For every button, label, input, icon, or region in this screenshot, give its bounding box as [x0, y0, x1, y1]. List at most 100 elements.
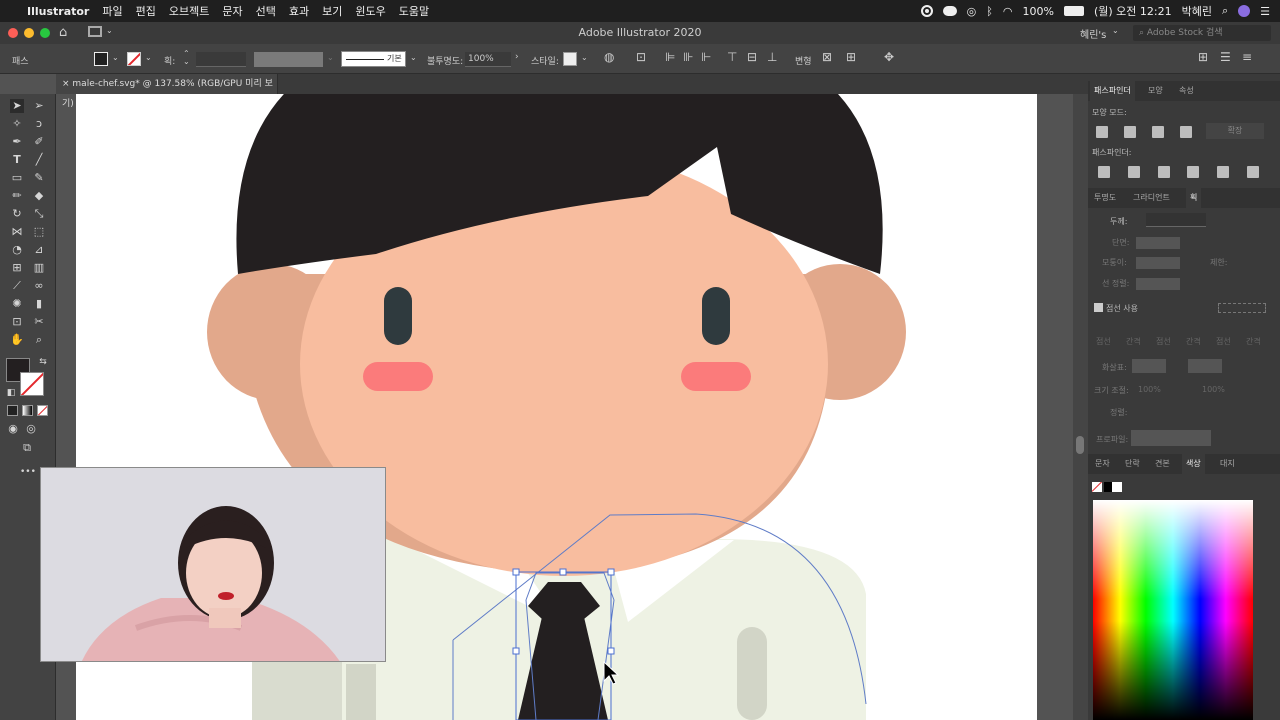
blend-tool-icon[interactable]: ∞ — [32, 279, 46, 293]
draw-mode-icon[interactable]: ◉ — [6, 422, 20, 436]
none-color-icon[interactable] — [1092, 482, 1102, 492]
stroke-color-swatch[interactable] — [20, 372, 44, 396]
tab-character[interactable]: 문자 — [1095, 454, 1110, 474]
perspective-grid-tool-icon[interactable]: ⊿ — [32, 243, 46, 257]
app-menu[interactable]: Illustrator — [27, 5, 89, 18]
mesh-tool-icon[interactable]: ⊞ — [10, 261, 24, 275]
align-middle-icon[interactable]: ⊟ — [747, 50, 757, 64]
chevron-down-icon[interactable]: ⌄ — [112, 53, 119, 62]
arrow-scale-start[interactable]: 100% — [1138, 385, 1161, 394]
menu-edit[interactable]: 편집 — [136, 3, 156, 19]
tab-appearance[interactable]: 모양 — [1148, 81, 1163, 101]
chevron-down-icon[interactable]: ⌄ — [410, 53, 417, 62]
swap-colors-icon[interactable]: ⇆ — [36, 355, 50, 369]
wifi-icon[interactable]: ◠ — [1003, 5, 1013, 18]
stock-search-input[interactable]: ⌕ Adobe Stock 검색 — [1133, 25, 1271, 41]
clock[interactable]: (월) 오전 12:21 — [1094, 3, 1172, 19]
free-transform-tool-icon[interactable]: ⬚ — [32, 225, 46, 239]
minus-front-icon[interactable] — [1124, 126, 1136, 138]
dashed-line-checkbox[interactable] — [1094, 303, 1103, 312]
chevron-down-icon[interactable]: ⌄ — [145, 53, 152, 62]
graphic-style-swatch[interactable] — [563, 52, 577, 66]
arrowhead-end-select[interactable] — [1188, 359, 1222, 373]
arrow-scale-end[interactable]: 100% — [1202, 385, 1225, 394]
stroke-swatch[interactable] — [127, 52, 141, 66]
curvature-tool-icon[interactable]: ✐ — [32, 135, 46, 149]
width-tool-icon[interactable]: ⋈ — [10, 225, 24, 239]
tab-color[interactable]: 색상 — [1182, 454, 1205, 474]
chevron-down-icon[interactable]: ⌄ — [581, 53, 588, 62]
menu-help[interactable]: 도움말 — [399, 3, 429, 19]
eraser-tool-icon[interactable]: ◆ — [32, 189, 46, 203]
outline-icon[interactable] — [1217, 166, 1229, 178]
menu-type[interactable]: 문자 — [222, 3, 242, 19]
battery-icon[interactable] — [1063, 6, 1084, 16]
none-mode-icon[interactable] — [37, 405, 48, 416]
fill-swatch[interactable] — [94, 52, 108, 66]
artboard-tool-icon[interactable]: ⊡ — [10, 315, 24, 329]
slice-tool-icon[interactable]: ✂ — [32, 315, 46, 329]
exclude-icon[interactable] — [1180, 126, 1192, 138]
panel-menu-icon[interactable]: ≡ — [1242, 50, 1252, 64]
tab-properties[interactable]: 속성 — [1179, 81, 1194, 101]
menu-object[interactable]: 오브젝트 — [169, 3, 209, 19]
stroke-weight-input[interactable] — [196, 52, 246, 67]
sync-icon[interactable]: ◎ — [967, 5, 977, 18]
user-name[interactable]: 박혜린 — [1182, 3, 1212, 19]
color-mode-icon[interactable] — [7, 405, 18, 416]
notification-center-icon[interactable]: ☰ — [1260, 5, 1270, 18]
vertical-scrollbar[interactable] — [1073, 94, 1088, 720]
gradient-tool-icon[interactable]: ▥ — [32, 261, 46, 275]
arrowhead-start-select[interactable] — [1132, 359, 1166, 373]
paintbrush-tool-icon[interactable]: ✎ — [32, 171, 46, 185]
document-tab[interactable]: × male-chef.svg* @ 137.58% (RGB/GPU 미리 보… — [56, 74, 278, 109]
puppet-warp-icon[interactable]: ✥ — [884, 50, 894, 64]
isolate-icon[interactable]: ⊠ — [822, 50, 832, 64]
menu-select[interactable]: 선택 — [256, 3, 276, 19]
stepper-icon[interactable]: ⌃ ⌄ — [183, 50, 190, 66]
tab-swatches[interactable]: 견본 — [1155, 454, 1170, 474]
align-left-icon[interactable]: ⊫ — [665, 50, 675, 64]
dash-alignment-icon[interactable] — [1218, 303, 1266, 313]
line-tool-icon[interactable]: ╱ — [32, 153, 46, 167]
align-center-icon[interactable]: ⊪ — [683, 50, 693, 64]
tab-stroke[interactable]: 획 — [1186, 188, 1202, 208]
scale-tool-icon[interactable]: ⤡ — [32, 207, 46, 221]
shape-builder-icon[interactable]: ⊞ — [846, 50, 856, 64]
tab-paragraph[interactable]: 단락 — [1125, 454, 1140, 474]
tab-gradient[interactable]: 그라디언트 — [1133, 188, 1170, 208]
corner-buttons[interactable] — [1136, 257, 1180, 269]
tab-pathfinder[interactable]: 패스파인더 — [1090, 81, 1135, 101]
close-tab-icon[interactable]: × — [62, 79, 72, 89]
transform-button[interactable]: 변형 — [795, 54, 812, 67]
white-color-icon[interactable] — [1112, 482, 1122, 492]
spotlight-icon[interactable]: ⌕ — [1222, 4, 1228, 18]
bluetooth-icon[interactable]: ᛒ — [986, 5, 993, 18]
rectangle-tool-icon[interactable]: ▭ — [10, 171, 24, 185]
profile-select[interactable] — [1131, 430, 1211, 446]
column-graph-tool-icon[interactable]: ▮ — [32, 297, 46, 311]
rotate-tool-icon[interactable]: ↻ — [10, 207, 24, 221]
more-tools-icon[interactable]: ••• — [20, 465, 36, 479]
zoom-tool-icon[interactable]: ⌕ — [32, 333, 46, 347]
align-bottom-icon[interactable]: ⊥ — [767, 50, 777, 64]
brush-definition[interactable]: 기본 — [341, 51, 406, 67]
stroke-weight-field[interactable] — [1146, 213, 1206, 227]
recolor-artwork-icon[interactable]: ◍ — [604, 50, 614, 64]
scrollbar-thumb[interactable] — [1076, 436, 1084, 454]
merge-icon[interactable] — [1158, 166, 1170, 178]
menu-window[interactable]: 윈도우 — [355, 3, 385, 19]
hand-tool-icon[interactable]: ✋ — [10, 333, 24, 347]
chevron-down-icon[interactable]: ⌄ — [327, 53, 334, 62]
magic-wand-tool-icon[interactable]: ✧ — [10, 117, 24, 131]
shaper-tool-icon[interactable]: ✏ — [10, 189, 24, 203]
lasso-tool-icon[interactable]: ↄ — [32, 117, 46, 131]
type-tool-icon[interactable]: T — [10, 153, 24, 167]
siri-icon[interactable] — [1238, 5, 1251, 17]
shape-builder-tool-icon[interactable]: ◔ — [10, 243, 24, 257]
menu-view[interactable]: 보기 — [322, 3, 342, 19]
menu-effect[interactable]: 효과 — [289, 3, 309, 19]
direct-selection-tool-icon[interactable]: ➢ — [32, 99, 46, 113]
symbol-sprayer-tool-icon[interactable]: ✺ — [10, 297, 24, 311]
minus-back-icon[interactable] — [1247, 166, 1259, 178]
